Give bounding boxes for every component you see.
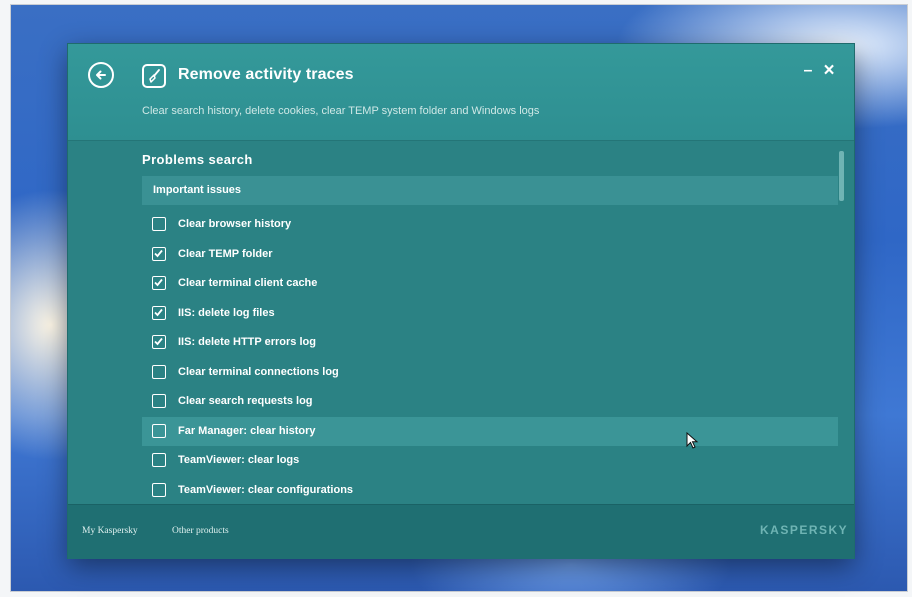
checkmark-icon	[154, 278, 163, 287]
checkbox-checked[interactable]	[152, 335, 166, 349]
list-item[interactable]: Clear search requests log	[142, 387, 838, 417]
minimize-button[interactable]: –	[800, 62, 816, 80]
checkbox[interactable]	[152, 394, 166, 408]
checkbox[interactable]	[152, 423, 166, 438]
list-item-label: Far Manager: clear history	[178, 424, 316, 437]
checkmark-icon	[154, 249, 163, 257]
window-title: Remove activity traces	[178, 66, 354, 83]
list-item-label: Clear terminal connections log	[178, 365, 339, 378]
checkmark-icon	[154, 337, 163, 346]
close-button[interactable]: ×	[820, 60, 838, 81]
list-item-label: Clear TEMP folder	[178, 247, 273, 260]
list-item-label: TeamViewer: clear configurations	[178, 483, 354, 496]
checkbox-checked[interactable]	[152, 276, 166, 290]
list-item[interactable]: IIS: delete HTTP errors log	[142, 328, 838, 358]
list-item-hovered[interactable]: Far Manager: clear history	[142, 416, 838, 446]
checkbox[interactable]	[152, 364, 166, 379]
group-title: Important issues	[153, 184, 242, 196]
list-item[interactable]: Clear terminal connections log	[142, 358, 838, 388]
checkbox[interactable]	[152, 482, 166, 497]
list-item[interactable]: Clear browser history	[142, 210, 838, 240]
list-item-label: Clear browser history	[178, 218, 292, 230]
list-item[interactable]: IIS: delete log files	[142, 299, 838, 329]
window-subtitle: Clear search history, delete cookies, cl…	[142, 105, 540, 117]
checkbox[interactable]	[152, 217, 166, 231]
section-title: Problems search	[142, 152, 253, 167]
list-item-label: Clear terminal client cache	[178, 277, 318, 289]
scrollbar-thumb[interactable]	[839, 151, 844, 201]
list-item[interactable]: TeamViewer: clear configurations	[142, 476, 838, 506]
window-header: Remove activity traces Clear search hist…	[68, 44, 854, 141]
list-item[interactable]: Clear TEMP folder	[142, 240, 838, 270]
my-kaspersky-link[interactable]: My Kaspersky	[82, 526, 138, 536]
broom-icon	[142, 64, 166, 88]
checkmark-icon	[154, 308, 163, 316]
mouse-cursor-icon	[686, 432, 699, 449]
back-button[interactable]	[88, 62, 114, 88]
vertical-scrollbar[interactable]	[838, 151, 846, 499]
checkbox-checked[interactable]	[152, 246, 166, 261]
kaspersky-logo: KASPERSKY	[760, 523, 849, 537]
content-area: Problems search Important issues Clear b…	[68, 141, 854, 504]
list-item-label: TeamViewer: clear logs	[178, 454, 300, 466]
list-item-label: IIS: delete log files	[178, 306, 275, 319]
list-item[interactable]: Clear terminal client cache	[142, 269, 838, 299]
list-item[interactable]: TeamViewer: clear logs	[142, 446, 838, 476]
window-footer: My Kaspersky Other products KASPERSKY	[68, 504, 854, 559]
arrow-left-icon	[96, 70, 106, 80]
list-item-label: Clear search requests log	[178, 395, 313, 407]
group-header: Important issues	[142, 176, 838, 205]
checkbox[interactable]	[152, 453, 166, 467]
issue-list: Clear browser history Clear TEMP folder …	[142, 210, 838, 505]
checkbox-checked[interactable]	[152, 305, 166, 320]
other-products-link[interactable]: Other products	[172, 526, 229, 536]
list-item-label: IIS: delete HTTP errors log	[178, 336, 316, 348]
kaspersky-window: Remove activity traces Clear search hist…	[68, 44, 854, 559]
